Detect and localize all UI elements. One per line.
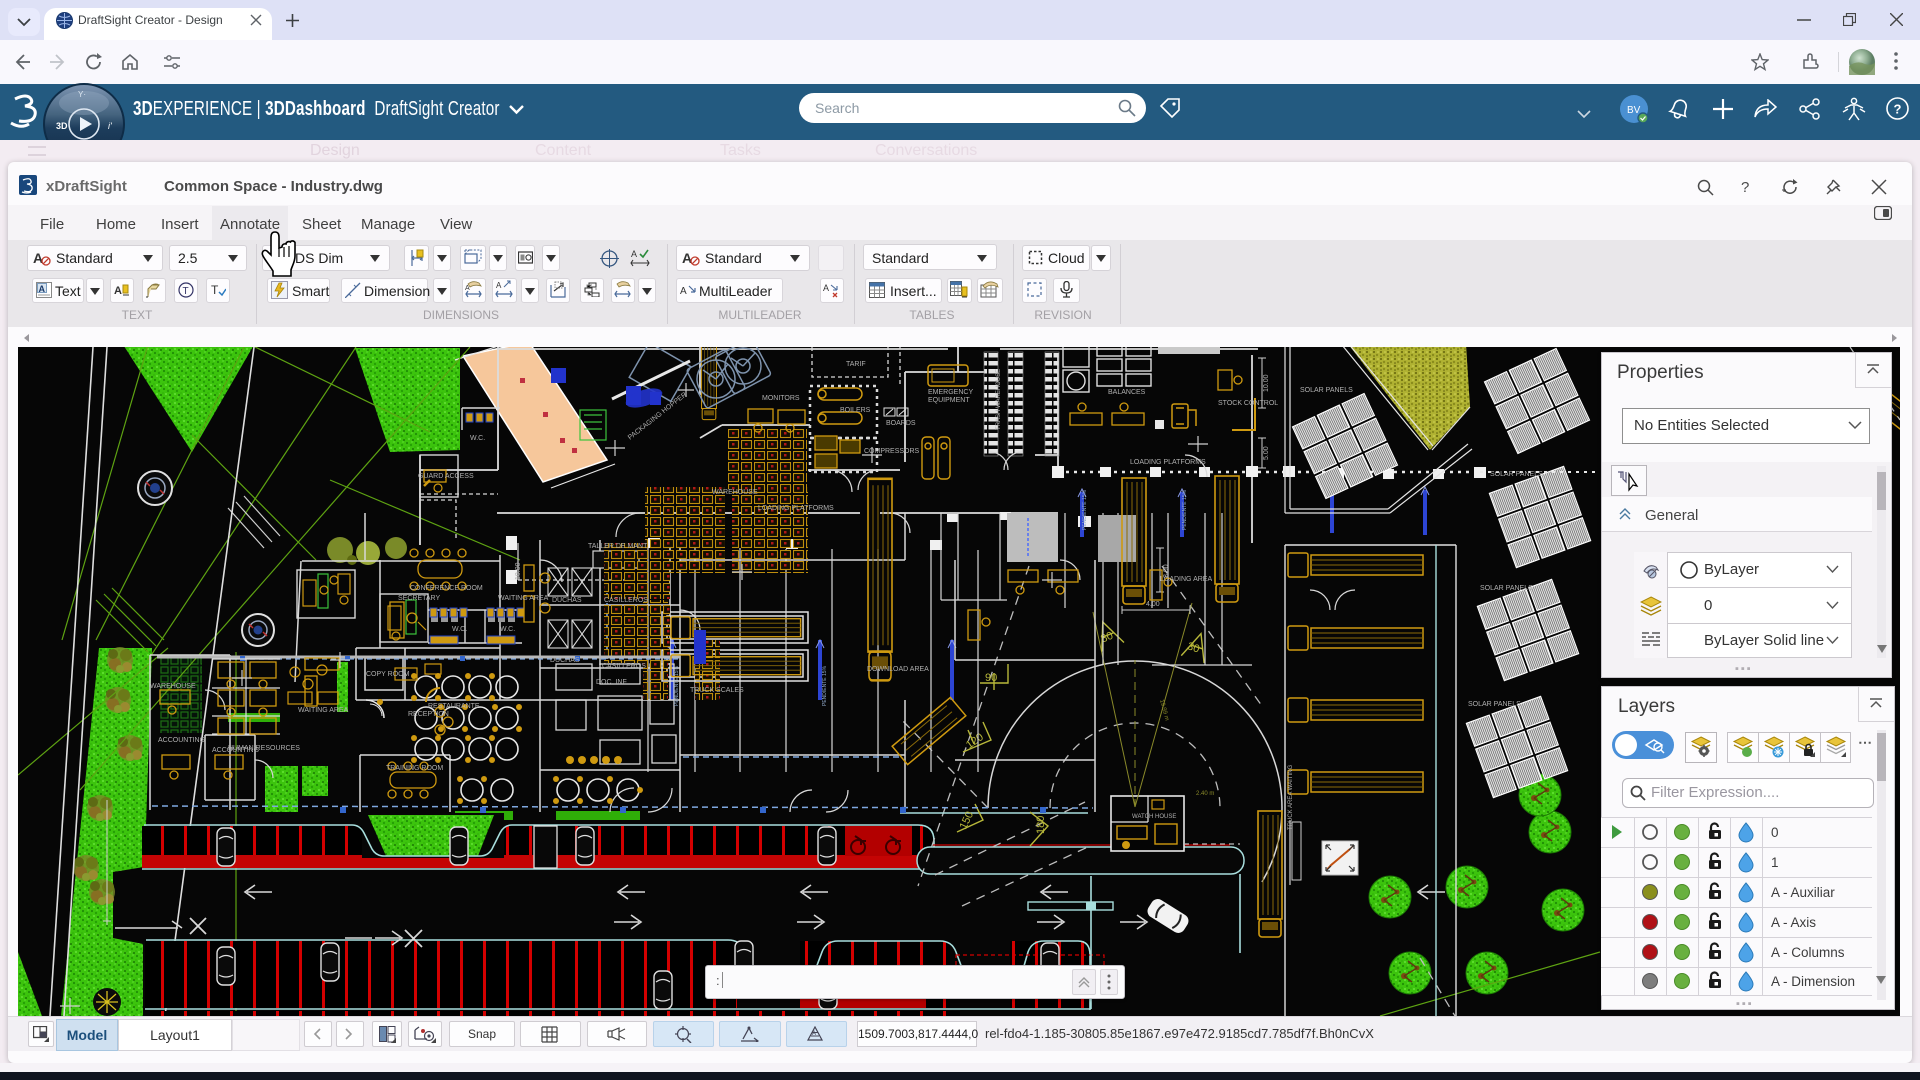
svg-text:TARIF: TARIF (846, 361, 866, 368)
svg-text:SOLAR PANELS: SOLAR PANELS (1300, 387, 1353, 394)
svg-text:A - Axis: A - Axis (1771, 915, 1816, 930)
svg-text:3D: 3D (56, 121, 68, 131)
svg-text:SOLAR PANELS: SOLAR PANELS (1480, 585, 1533, 592)
svg-text:A - Auxiliar: A - Auxiliar (1771, 885, 1835, 900)
svg-text:PENDIENTE 15%: PENDIENTE 15% (1082, 489, 1088, 530)
svg-text:A - Columns: A - Columns (1771, 945, 1845, 960)
svg-text:WAITING AREA: WAITING AREA (298, 707, 349, 714)
svg-text:i': i' (108, 121, 112, 131)
svg-text:CASILLEROS: CASILLEROS (602, 663, 646, 670)
svg-text:PENDIENTE 15%: PENDIENTE 15% (674, 665, 680, 706)
svg-text:RECEPTION: RECEPTION (408, 711, 449, 718)
svg-text:BV: BV (1627, 105, 1641, 116)
svg-text:STOCK CONTROL: STOCK CONTROL (1218, 400, 1278, 407)
svg-text:A: A (465, 285, 470, 292)
svg-text:TRASH WAREHOUSE: TRASH WAREHOUSE (996, 369, 1002, 430)
svg-text:T: T (211, 283, 219, 297)
svg-text:TALLER DE MANT.: TALLER DE MANT. (588, 543, 649, 550)
svg-text:LOADING PLATFORMS: LOADING PLATFORMS (1130, 459, 1206, 466)
svg-text:EMERGENCY: EMERGENCY (928, 389, 973, 396)
svg-text:DOWNLOAD AREA: DOWNLOAD AREA (867, 666, 929, 673)
svg-text:EQUIPMENT: EQUIPMENT (928, 397, 970, 404)
svg-text:W.C.: W.C. (470, 435, 485, 442)
svg-text:A: A (114, 285, 122, 297)
svg-text:SOLAR PANELS: SOLAR PANELS (1490, 471, 1543, 478)
svg-text:DUCHAS: DUCHAS (552, 597, 582, 604)
svg-text:PENDIENTE 15%: PENDIENTE 15% (1182, 489, 1188, 530)
svg-text:T: T (183, 286, 189, 297)
svg-text:W.C.: W.C. (500, 626, 515, 633)
svg-text:A: A (680, 286, 687, 297)
svg-text:?: ? (1894, 102, 1902, 117)
svg-text:BALANCES: BALANCES (1108, 389, 1146, 396)
svg-text:PENDIENTE 15%: PENDIENTE 15% (822, 665, 828, 706)
svg-text:MONITORS: MONITORS (762, 395, 800, 402)
svg-text:A: A (682, 250, 692, 266)
svg-text:A - Dimension: A - Dimension (1771, 974, 1855, 989)
svg-text:A: A (812, 1031, 816, 1037)
svg-text:SOLAR PANELS: SOLAR PANELS (1468, 701, 1521, 708)
svg-text:10.00: 10.00 (1263, 374, 1270, 392)
svg-text:2.40 m: 2.40 m (1196, 791, 1214, 797)
svg-text:A: A (631, 249, 637, 259)
svg-text:DUCHAS: DUCHAS (550, 657, 580, 664)
svg-text:BOILERS: BOILERS (840, 407, 871, 414)
svg-text:TRAINING ROOM: TRAINING ROOM (386, 765, 443, 772)
svg-text:4.00: 4.00 (1146, 601, 1160, 608)
svg-text:SECRETARY: SECRETARY (398, 595, 440, 602)
svg-text:A: A (39, 284, 46, 294)
svg-text:COMPRESSORS: COMPRESSORS (864, 448, 920, 455)
svg-text:W.C.: W.C. (452, 626, 467, 633)
svg-text:DOC. INF: DOC. INF (596, 679, 627, 686)
svg-text:ACCOUNTING: ACCOUNTING (212, 747, 259, 754)
svg-text:LOADING PLATFORMS: LOADING PLATFORMS (758, 505, 834, 512)
svg-text:Y·: Y· (78, 90, 86, 99)
svg-text:A: A (823, 283, 829, 293)
svg-text:WAREHOUSE: WAREHOUSE (150, 683, 196, 690)
svg-text:A: A (496, 281, 502, 290)
svg-text:COPY ROOM: COPY ROOM (366, 671, 410, 678)
svg-text:RESTAURANTE: RESTAURANTE (428, 703, 480, 710)
svg-text:BOARDS: BOARDS (886, 420, 916, 427)
svg-text:TRUCK SCALES: TRUCK SCALES (690, 687, 744, 694)
svg-text:ACCOUNTING: ACCOUNTING (158, 737, 205, 744)
svg-text:TRUCK AREA WAITING: TRUCK AREA WAITING (1288, 765, 1294, 830)
svg-text:WATCH HOUSE: WATCH HOUSE (1132, 814, 1176, 820)
svg-text:WAREHOUSE: WAREHOUSE (712, 489, 758, 496)
svg-text:A: A (33, 250, 43, 266)
svg-text:10.00: 10.00 (515, 562, 522, 580)
svg-text:5.00: 5.00 (1263, 446, 1270, 460)
svg-text:CASILLEROS: CASILLEROS (604, 597, 648, 604)
svg-text:180: 180 (1035, 816, 1047, 834)
svg-text:1: 1 (1771, 855, 1779, 870)
svg-text:90: 90 (985, 672, 997, 684)
svg-text:CONFERENCE ROOM: CONFERENCE ROOM (410, 585, 483, 592)
svg-text:8.00: 8.00 (1163, 564, 1170, 578)
svg-text:0: 0 (1771, 825, 1779, 840)
svg-text:GUARD ACCESS: GUARD ACCESS (418, 473, 474, 480)
svg-text:WAITING AREA: WAITING AREA (498, 595, 549, 602)
